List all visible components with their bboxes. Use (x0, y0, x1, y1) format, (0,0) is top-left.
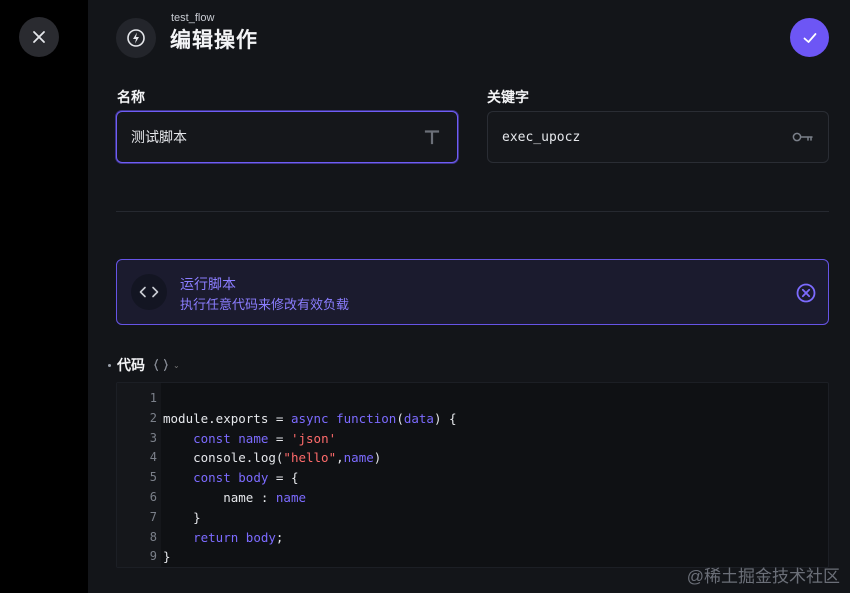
line-number: 3 (149, 430, 157, 445)
code-token: name (275, 489, 306, 505)
code-line[interactable] (163, 389, 828, 409)
remove-action-button[interactable] (795, 282, 817, 304)
bullet (108, 363, 111, 367)
action-avatar (131, 274, 167, 310)
line-number: 8 (149, 529, 157, 544)
lightning-icon (127, 29, 145, 47)
code-line[interactable]: return body; (163, 528, 828, 548)
code-line[interactable]: name : name (163, 488, 828, 508)
code-token: = (268, 430, 291, 446)
code-token: ) (373, 450, 382, 466)
chevron-down-icon[interactable]: ⌄ (173, 361, 180, 370)
code-label: 代码 (117, 357, 145, 373)
code-line[interactable]: const body = { (163, 468, 828, 488)
code-token: body (245, 529, 276, 545)
code-line[interactable]: } (163, 508, 828, 528)
code-token: data (403, 410, 434, 426)
code-token: = { (268, 470, 299, 486)
braces-icon[interactable] (153, 358, 169, 372)
code-token: "hello" (283, 450, 337, 466)
divider (116, 211, 829, 212)
action-title: 运行脚本 (180, 276, 236, 292)
edit-action-panel: test_flow 编辑操作 名称 关键字 exec_upocz (88, 0, 850, 593)
code-line[interactable]: module.exports = async function(data) { (163, 409, 828, 429)
left-rail (0, 0, 88, 593)
name-label: 名称 (117, 89, 145, 105)
line-number: 5 (149, 470, 157, 485)
close-icon (33, 31, 45, 43)
confirm-button[interactable] (790, 18, 829, 57)
code-token: 'json' (290, 430, 337, 446)
line-number: 6 (149, 489, 157, 504)
line-number: 4 (149, 450, 157, 465)
code-token: body (238, 470, 269, 486)
page-title: 编辑操作 (170, 29, 258, 52)
code-token: async (290, 410, 329, 426)
code-token: function (336, 410, 397, 426)
code-line[interactable]: const name = 'json' (163, 429, 828, 449)
code-token: const (193, 470, 231, 486)
name-field[interactable] (116, 111, 458, 163)
code-token: module.exports = (163, 410, 291, 426)
key-label: 关键字 (487, 89, 529, 105)
code-token: name (343, 450, 374, 466)
check-icon (803, 32, 816, 43)
key-field[interactable]: exec_upocz (487, 111, 829, 163)
code-token: const (193, 430, 231, 446)
run-script-action-card[interactable]: 运行脚本 执行任意代码来修改有效负载 (116, 259, 829, 325)
code-token: name : (163, 489, 276, 505)
line-number: 7 (149, 509, 157, 524)
code-editor[interactable]: 1 2 3 4 5 6 7 8 9 module.exports = async functio… (116, 382, 829, 568)
code-section-header: 代码 ⌄ (108, 355, 180, 375)
code-token: return (193, 529, 239, 545)
code-token: name (238, 430, 269, 446)
text-t-icon (421, 126, 443, 148)
code-token: ) { (433, 410, 457, 426)
circle-x-icon (796, 283, 816, 303)
code-token: , (336, 450, 344, 466)
close-button[interactable] (19, 17, 59, 57)
key-value[interactable]: exec_upocz (502, 130, 792, 145)
action-description: 执行任意代码来修改有效负载 (180, 297, 350, 312)
code-line[interactable]: console.log("hello",name) (163, 448, 828, 468)
name-input[interactable] (131, 129, 421, 145)
code-token: ( (396, 410, 404, 426)
line-number: 1 (149, 391, 157, 405)
code-token: } (163, 509, 201, 525)
watermark: @稀土掘金技术社区 (686, 567, 840, 586)
code-token: } (163, 549, 171, 565)
code-content[interactable]: module.exports = async function(data) { … (161, 383, 828, 567)
flow-name: test_flow (171, 12, 215, 24)
line-number-gutter: 1 2 3 4 5 6 7 8 9 (117, 383, 161, 567)
line-number: 9 (149, 549, 157, 564)
flow-avatar (116, 18, 156, 58)
line-number: 2 (149, 410, 157, 425)
code-token: console.log( (163, 450, 284, 466)
key-icon (792, 126, 814, 148)
code-token: ; (275, 529, 284, 545)
code-icon (139, 286, 159, 298)
